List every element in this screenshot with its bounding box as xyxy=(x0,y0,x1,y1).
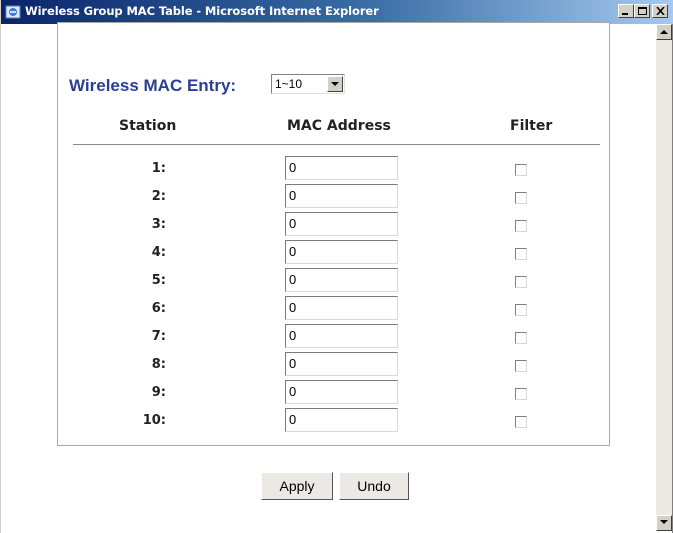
station-label: 5: xyxy=(151,273,166,288)
station-column-header: Station xyxy=(119,118,177,134)
station-label: 8: xyxy=(151,357,166,372)
filter-checkbox[interactable] xyxy=(515,416,527,428)
filter-checkbox[interactable] xyxy=(515,276,527,288)
scroll-up-button[interactable] xyxy=(656,24,672,40)
header-divider xyxy=(73,144,600,145)
vertical-scrollbar[interactable] xyxy=(656,24,672,531)
station-label: 2: xyxy=(151,189,166,204)
station-label: 6: xyxy=(151,301,166,316)
mac-address-input[interactable]: 0 xyxy=(285,324,398,348)
mac-column-header: MAC Address xyxy=(287,118,391,134)
mac-address-input[interactable]: 0 xyxy=(285,184,398,208)
mac-address-input[interactable]: 0 xyxy=(285,240,398,264)
dropdown-button[interactable] xyxy=(327,76,343,92)
scroll-down-button[interactable] xyxy=(656,515,672,531)
filter-checkbox[interactable] xyxy=(515,192,527,204)
filter-checkbox[interactable] xyxy=(515,332,527,344)
station-label: 3: xyxy=(151,217,166,232)
mac-entry-selected: 1~10 xyxy=(275,77,303,91)
station-label: 7: xyxy=(151,329,166,344)
mac-address-input[interactable]: 0 xyxy=(285,212,398,236)
window-title: Wireless Group MAC Table - Microsoft Int… xyxy=(25,4,379,18)
mac-address-input[interactable]: 0 xyxy=(285,296,398,320)
mac-address-input[interactable]: 0 xyxy=(285,408,398,432)
mac-entry-select[interactable]: 1~10 xyxy=(271,74,345,94)
station-label: 10: xyxy=(142,413,166,428)
minimize-button[interactable] xyxy=(618,4,634,18)
filter-column-header: Filter xyxy=(510,118,553,134)
mac-address-input[interactable]: 0 xyxy=(285,268,398,292)
internet-explorer-icon xyxy=(5,4,21,20)
arrow-up-icon xyxy=(660,30,668,34)
station-label: 4: xyxy=(151,245,166,260)
apply-button[interactable]: Apply xyxy=(261,472,333,500)
mac-entry-label: Wireless MAC Entry: xyxy=(69,76,237,95)
filter-checkbox[interactable] xyxy=(515,360,527,372)
mac-address-input[interactable]: 0 xyxy=(285,352,398,376)
filter-checkbox[interactable] xyxy=(515,388,527,400)
arrow-down-icon xyxy=(660,520,668,524)
browser-window: Wireless Group MAC Table - Microsoft Int… xyxy=(0,0,673,533)
station-label: 1: xyxy=(151,161,166,176)
title-bar[interactable]: Wireless Group MAC Table - Microsoft Int… xyxy=(1,0,673,24)
minimize-icon xyxy=(622,13,628,15)
maximize-button[interactable] xyxy=(634,4,650,18)
maximize-icon xyxy=(638,7,647,15)
mac-address-input[interactable]: 0 xyxy=(285,156,398,180)
close-button[interactable] xyxy=(652,4,668,18)
filter-checkbox[interactable] xyxy=(515,304,527,316)
filter-checkbox[interactable] xyxy=(515,220,527,232)
chevron-down-icon xyxy=(331,82,339,86)
undo-button[interactable]: Undo xyxy=(339,472,409,500)
close-icon xyxy=(656,7,665,15)
station-label: 9: xyxy=(151,385,166,400)
filter-checkbox[interactable] xyxy=(515,164,527,176)
mac-address-input[interactable]: 0 xyxy=(285,380,398,404)
filter-checkbox[interactable] xyxy=(515,248,527,260)
